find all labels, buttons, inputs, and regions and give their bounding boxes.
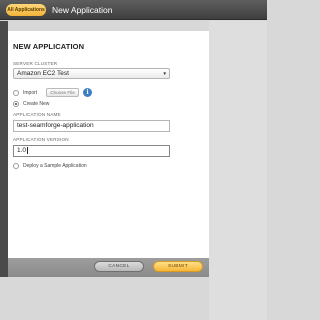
deploy-sample-checkbox[interactable]: [13, 163, 19, 169]
deploy-sample-label: Deploy a Sample Application: [23, 163, 87, 169]
create-new-label: Create New: [23, 101, 50, 107]
panel-title: NEW APPLICATION: [13, 42, 85, 51]
app-version-value: 1.0: [17, 147, 27, 154]
app-name-label: APPLICATION NAME: [13, 112, 61, 117]
create-new-radio[interactable]: [13, 101, 19, 107]
breadcrumb-all-applications[interactable]: All Applications: [6, 4, 46, 16]
server-cluster-label: SERVER CLUSTER: [13, 61, 58, 66]
page-title: New Application: [52, 5, 113, 15]
server-cluster-select[interactable]: Amazon EC2 Test ▼: [13, 68, 170, 79]
cancel-button[interactable]: CANCEL: [94, 261, 144, 272]
chevron-down-icon: ▼: [162, 71, 167, 76]
bottom-background: [0, 277, 209, 320]
top-header-bar: All Applications New Application: [0, 0, 267, 20]
new-application-panel: NEW APPLICATION SERVER CLUSTER Amazon EC…: [8, 31, 209, 277]
choose-file-button[interactable]: Choose File: [46, 88, 79, 97]
right-gray-column: [209, 21, 267, 320]
import-label: Import: [23, 90, 38, 96]
app-version-label: APPLICATION VERSION: [13, 137, 69, 142]
info-icon[interactable]: i: [83, 88, 92, 97]
left-sidebar-strip: [0, 21, 8, 277]
app-version-input[interactable]: 1.0: [13, 145, 170, 157]
form-footer-bar: CANCEL SUBMIT: [8, 258, 209, 277]
app-name-input[interactable]: test-seamforge-application: [13, 120, 170, 132]
submit-button[interactable]: SUBMIT: [153, 261, 203, 272]
text-caret: [27, 146, 29, 154]
server-cluster-value: Amazon EC2 Test: [17, 70, 69, 77]
import-radio[interactable]: [13, 90, 19, 96]
